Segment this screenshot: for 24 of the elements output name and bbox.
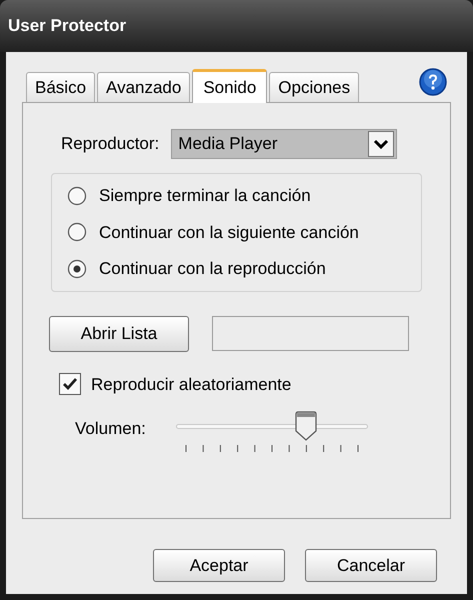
radio-button[interactable] <box>67 222 87 242</box>
dialog-button[interactable]: Aceptar <box>153 549 285 582</box>
open-list-button[interactable]: Abrir Lista <box>49 316 189 352</box>
tab[interactable]: Básico <box>26 72 96 102</box>
tab[interactable]: Opciones <box>269 72 360 102</box>
player-dropdown[interactable]: Media Player <box>171 129 398 159</box>
volume-slider[interactable] <box>176 411 368 441</box>
radio-button[interactable] <box>67 258 87 279</box>
player-label: Reproductor: <box>61 133 160 156</box>
tab[interactable]: Avanzado <box>97 72 190 102</box>
slider-thumb[interactable] <box>295 411 318 441</box>
radio-label: Continuar con la siguiente canción <box>99 222 359 244</box>
volume-label: Volumen: <box>75 418 146 440</box>
window-title: User Protector <box>8 15 126 38</box>
checkbox-label: Reproducir aleatoriamente <box>91 374 292 396</box>
checkbox[interactable] <box>59 373 81 396</box>
radio-label: Siempre terminar la canción <box>99 185 311 207</box>
help-icon[interactable] <box>419 68 447 96</box>
dialog-button[interactable]: Cancelar <box>305 549 437 582</box>
tab[interactable]: Sonido <box>192 69 268 103</box>
list-field[interactable] <box>212 316 409 351</box>
radio-label: Continuar con la reproducción <box>99 258 326 280</box>
radio-button[interactable] <box>67 186 87 206</box>
dropdown-caret-icon <box>368 131 394 157</box>
